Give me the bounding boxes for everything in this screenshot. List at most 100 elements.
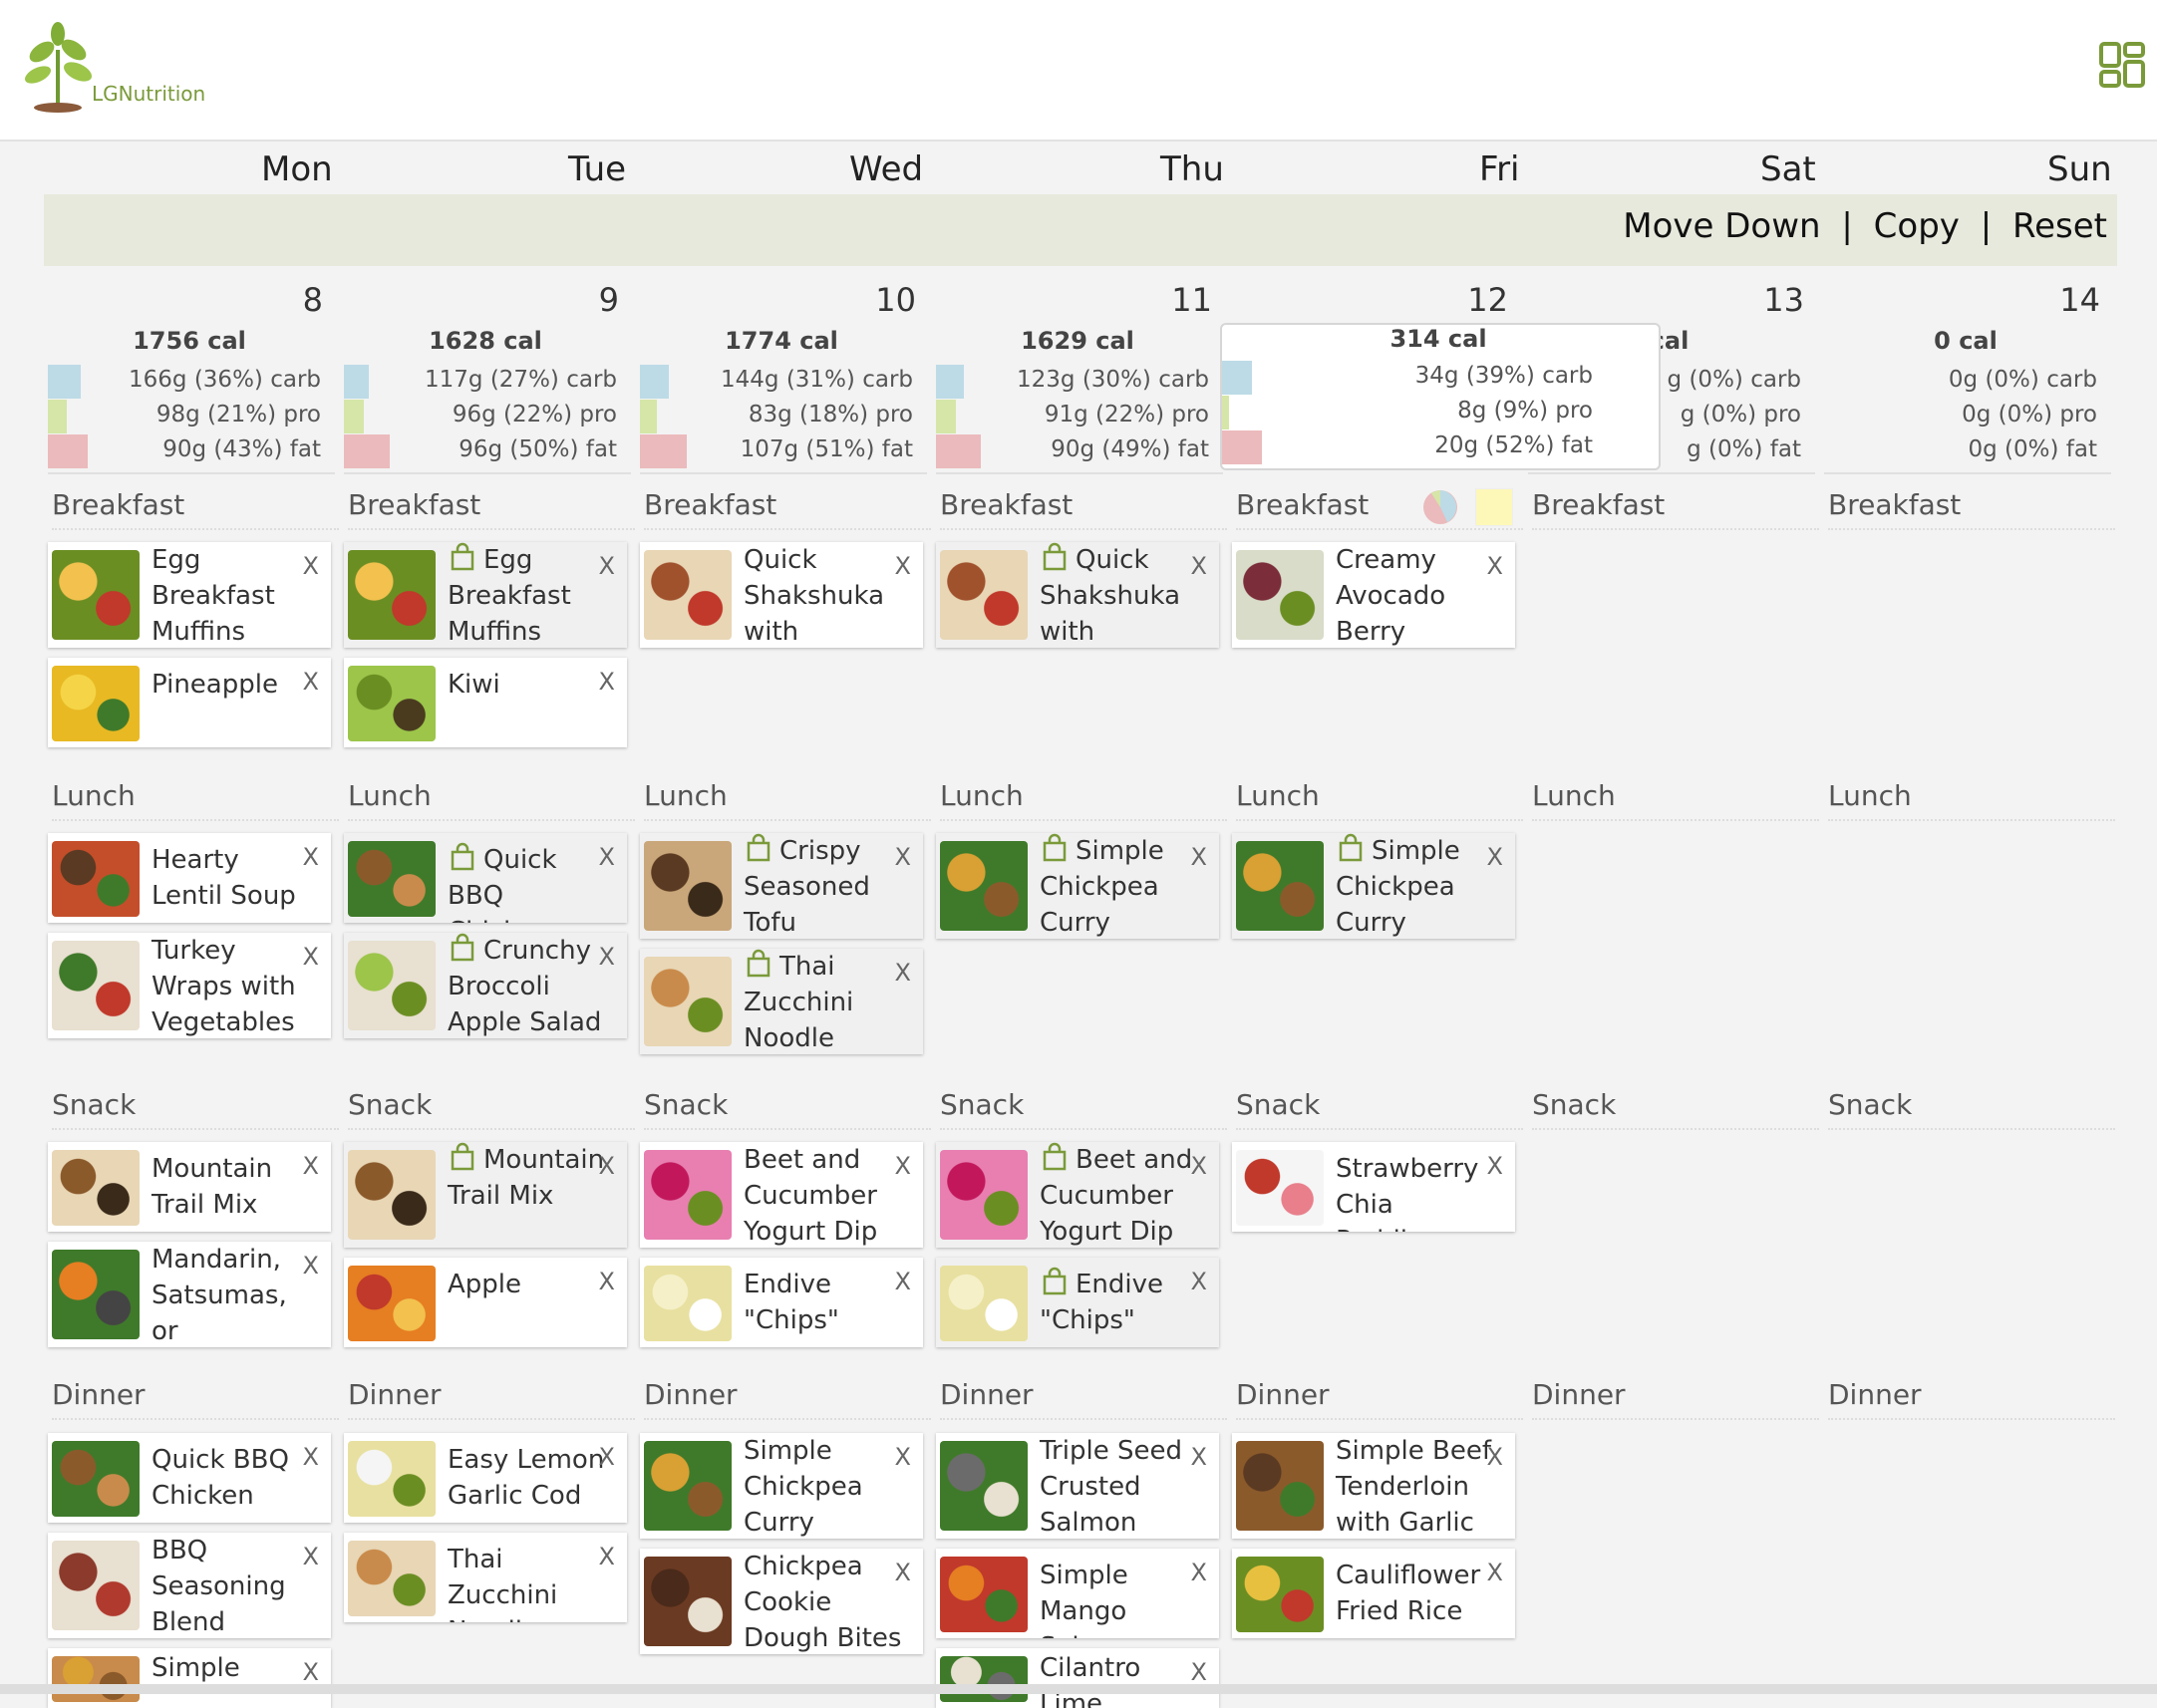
remove-recipe-button[interactable]: X bbox=[303, 1252, 319, 1280]
remove-recipe-button[interactable]: X bbox=[1487, 1443, 1503, 1471]
remove-recipe-button[interactable]: X bbox=[1191, 1658, 1207, 1686]
recipe-name[interactable]: Cilantro Lime bbox=[1040, 1650, 1199, 1708]
recipe-card[interactable]: Quick Shakshuka with CollardsX bbox=[640, 542, 923, 648]
recipe-name[interactable]: Quick Shakshuka with Collards bbox=[744, 542, 903, 648]
recipe-thumbnail[interactable] bbox=[348, 1266, 436, 1341]
recipe-thumbnail[interactable] bbox=[1236, 1150, 1324, 1226]
recipe-name[interactable]: Easy Lemon Garlic Cod bbox=[448, 1442, 607, 1514]
recipe-thumbnail[interactable] bbox=[644, 1557, 732, 1646]
recipe-name[interactable]: Mountain Trail Mix bbox=[152, 1151, 311, 1223]
recipe-thumbnail[interactable] bbox=[348, 1441, 436, 1517]
recipe-card[interactable]: Pineapple X bbox=[48, 658, 331, 747]
recipe-name[interactable]: Strawberry Chia Pudding bbox=[1336, 1151, 1495, 1232]
recipe-card[interactable]: Creamy Avocado Berry X bbox=[1232, 542, 1515, 648]
recipe-name[interactable]: Turkey Wraps with Vegetables bbox=[152, 933, 311, 1038]
remove-recipe-button[interactable]: X bbox=[1191, 552, 1207, 580]
recipe-card[interactable]: Simple X bbox=[48, 1648, 331, 1708]
recipe-card[interactable]: Apple X bbox=[344, 1258, 627, 1347]
nutrition-summary-sun[interactable]: 0 cal 0g (0%) carb 0g (0%) pro 0g (0%) fat bbox=[1824, 327, 2111, 474]
nutrition-summary-tue[interactable]: 1628 cal 117g (27%) carb 96g (22%) pro 96g … bbox=[344, 327, 631, 474]
recipe-name[interactable]: Mountain Trail Mix bbox=[448, 1142, 607, 1214]
recipe-name[interactable]: Chickpea Cookie Dough Bites bbox=[744, 1549, 903, 1654]
recipe-name[interactable]: Apple bbox=[448, 1267, 607, 1302]
recipe-card[interactable]: Thai Zucchini Noodle BowlX bbox=[344, 1533, 627, 1622]
recipe-card[interactable]: Simple Chickpea Curry X bbox=[640, 1433, 923, 1539]
recipe-name[interactable]: Simple bbox=[152, 1650, 311, 1686]
remove-recipe-button[interactable]: X bbox=[1191, 1559, 1207, 1586]
recipe-card[interactable]: BBQ Seasoning Blend X bbox=[48, 1533, 331, 1638]
recipe-thumbnail[interactable] bbox=[52, 941, 140, 1030]
reset-button[interactable]: Reset bbox=[2012, 206, 2107, 246]
remove-recipe-button[interactable]: X bbox=[599, 843, 615, 871]
recipe-thumbnail[interactable] bbox=[52, 1250, 140, 1339]
recipe-thumbnail[interactable] bbox=[644, 550, 732, 640]
recipe-name[interactable]: Crispy Seasoned Tofu bbox=[744, 833, 903, 939]
recipe-thumbnail[interactable] bbox=[348, 666, 436, 741]
recipe-thumbnail[interactable] bbox=[644, 1441, 732, 1531]
recipe-thumbnail[interactable] bbox=[644, 957, 732, 1046]
remove-recipe-button[interactable]: X bbox=[895, 843, 911, 871]
recipe-name[interactable]: Endive "Chips" bbox=[744, 1267, 903, 1338]
lgnutrition-logo[interactable]: LGNutrition bbox=[22, 20, 205, 115]
recipe-name[interactable]: Hearty Lentil Soup bbox=[152, 842, 311, 914]
remove-recipe-button[interactable]: X bbox=[599, 1443, 615, 1471]
recipe-card[interactable]: Simple Mango Salsa X bbox=[936, 1549, 1219, 1638]
remove-recipe-button[interactable]: X bbox=[303, 943, 319, 971]
nutrition-summary-fri-popup[interactable]: 314 cal 34g (39%) carb 8g (9%) pro 20g (52%… bbox=[1220, 323, 1661, 470]
recipe-card[interactable]: Crunchy Broccoli Apple Salad X bbox=[344, 933, 627, 1038]
recipe-card[interactable]: Thai Zucchini Noodle BowlX bbox=[640, 949, 923, 1054]
recipe-thumbnail[interactable] bbox=[940, 1150, 1028, 1240]
recipe-thumbnail[interactable] bbox=[52, 1441, 140, 1517]
remove-recipe-button[interactable]: X bbox=[599, 552, 615, 580]
remove-recipe-button[interactable]: X bbox=[1487, 1559, 1503, 1586]
recipe-name[interactable]: Mandarin, Satsumas, or Clementines bbox=[152, 1242, 311, 1347]
recipe-name[interactable]: Simple Chickpea Curry bbox=[1040, 833, 1199, 939]
remove-recipe-button[interactable]: X bbox=[599, 943, 615, 971]
recipe-thumbnail[interactable] bbox=[348, 941, 436, 1030]
recipe-card[interactable]: Strawberry Chia Pudding X bbox=[1232, 1142, 1515, 1232]
remove-recipe-button[interactable]: X bbox=[1191, 843, 1207, 871]
grid-icon[interactable] bbox=[2099, 42, 2145, 88]
nutrition-summary-thu[interactable]: 1629 cal 123g (30%) carb 91g (22%) pro 90g … bbox=[936, 327, 1223, 474]
remove-recipe-button[interactable]: X bbox=[303, 668, 319, 696]
nutrition-summary-wed[interactable]: 1774 cal 144g (31%) carb 83g (18%) pro 107g… bbox=[640, 327, 927, 474]
remove-recipe-button[interactable]: X bbox=[599, 1543, 615, 1570]
remove-recipe-button[interactable]: X bbox=[1487, 843, 1503, 871]
recipe-thumbnail[interactable] bbox=[348, 550, 436, 640]
recipe-card[interactable]: Quick Shakshuka with CollardsX bbox=[936, 542, 1219, 648]
recipe-card[interactable]: Kiwi X bbox=[344, 658, 627, 747]
recipe-thumbnail[interactable] bbox=[52, 1150, 140, 1226]
recipe-card[interactable]: Beet and Cucumber Yogurt Dip X bbox=[640, 1142, 923, 1248]
remove-recipe-button[interactable]: X bbox=[599, 1268, 615, 1295]
recipe-card[interactable]: Quick BBQ ChickenX bbox=[344, 833, 627, 923]
recipe-card[interactable]: Mountain Trail Mix X bbox=[48, 1142, 331, 1232]
recipe-card[interactable]: Simple Chickpea Curry X bbox=[1232, 833, 1515, 939]
recipe-card[interactable]: Egg Breakfast Muffins X bbox=[344, 542, 627, 648]
recipe-name[interactable]: Quick BBQ Chicken bbox=[448, 842, 607, 923]
recipe-name[interactable]: Egg Breakfast Muffins bbox=[152, 542, 311, 648]
recipe-thumbnail[interactable] bbox=[1236, 841, 1324, 931]
recipe-card[interactable]: Egg Breakfast Muffins X bbox=[48, 542, 331, 648]
remove-recipe-button[interactable]: X bbox=[303, 1658, 319, 1686]
recipe-thumbnail[interactable] bbox=[52, 666, 140, 741]
remove-recipe-button[interactable]: X bbox=[895, 1559, 911, 1586]
recipe-card[interactable]: Mandarin, Satsumas, or Clementines X bbox=[48, 1242, 331, 1347]
recipe-card[interactable]: Simple Beef Tenderloin with Garlic X bbox=[1232, 1433, 1515, 1539]
recipe-thumbnail[interactable] bbox=[348, 1541, 436, 1616]
recipe-thumbnail[interactable] bbox=[644, 841, 732, 931]
recipe-card[interactable]: Simple Chickpea Curry X bbox=[936, 833, 1219, 939]
recipe-name[interactable]: Thai Zucchini Noodle Bowl bbox=[448, 1542, 607, 1622]
recipe-card[interactable]: Beet and Cucumber Yogurt Dip X bbox=[936, 1142, 1219, 1248]
recipe-name[interactable]: Simple Beef Tenderloin with Garlic bbox=[1336, 1433, 1495, 1539]
remove-recipe-button[interactable]: X bbox=[895, 1268, 911, 1295]
recipe-card[interactable]: Crispy Seasoned Tofu X bbox=[640, 833, 923, 939]
recipe-thumbnail[interactable] bbox=[52, 550, 140, 640]
recipe-card[interactable]: Cauliflower Fried Rice X bbox=[1232, 1549, 1515, 1638]
recipe-name[interactable]: Quick Shakshuka with Collards bbox=[1040, 542, 1199, 648]
recipe-card[interactable]: Endive "Chips" X bbox=[640, 1258, 923, 1347]
recipe-name[interactable]: Egg Breakfast Muffins bbox=[448, 542, 607, 648]
recipe-thumbnail[interactable] bbox=[940, 1656, 1028, 1702]
remove-recipe-button[interactable]: X bbox=[303, 843, 319, 871]
remove-recipe-button[interactable]: X bbox=[895, 1443, 911, 1471]
recipe-thumbnail[interactable] bbox=[1236, 550, 1324, 640]
